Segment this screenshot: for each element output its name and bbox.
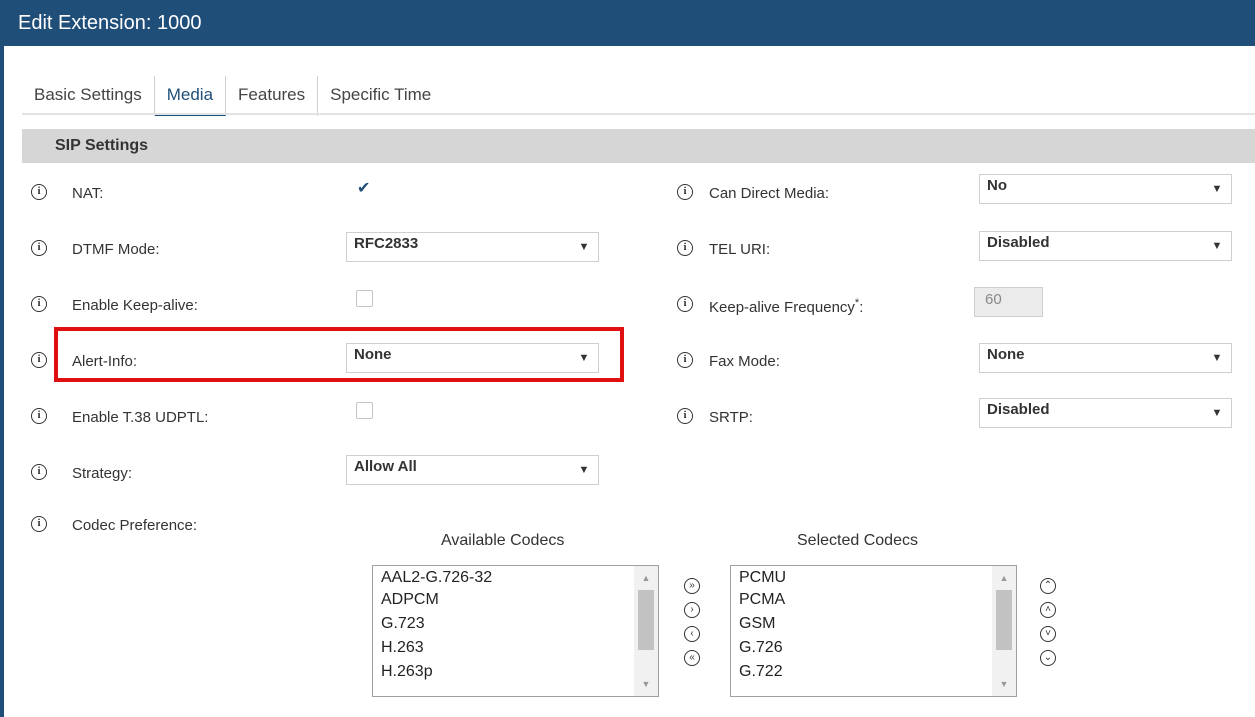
strategy-select[interactable]: Allow All ▼ [346,455,599,485]
tab-basic-settings[interactable]: Basic Settings [22,76,155,116]
tel-uri-select[interactable]: Disabled ▼ [979,231,1232,261]
srtp-value: Disabled [987,401,1050,418]
move-top-icon[interactable]: ⌃ [1040,578,1056,594]
scroll-up-icon[interactable]: ▲ [992,568,1016,588]
tab-features[interactable]: Features [226,76,319,116]
left-border [0,0,4,717]
info-icon[interactable]: i [677,408,693,424]
list-item[interactable]: G.723 [381,615,425,633]
keepalive-frequency-input[interactable]: 60 [974,287,1043,317]
scrollbar[interactable]: ▲ ▼ [634,566,658,696]
chevron-down-icon: ▼ [1211,183,1223,195]
scroll-down-icon[interactable]: ▼ [634,674,658,694]
check-icon: ✔ [357,180,371,197]
list-item[interactable]: PCMA [739,591,785,609]
chevron-down-icon: ▼ [1211,240,1223,252]
list-item[interactable]: H.263p [381,663,433,681]
enable-keepalive-label: Enable Keep-alive: [72,297,198,314]
move-left-icon[interactable]: ‹ [684,626,700,642]
available-codecs-list[interactable]: AAL2-G.726-32 ADPCM G.723 H.263 H.263p ▲… [372,565,659,697]
info-icon[interactable]: i [677,352,693,368]
info-icon[interactable]: i [31,516,47,532]
selected-codecs-title: Selected Codecs [797,532,918,549]
section-header-sip-settings: SIP Settings [22,129,1255,163]
available-codecs-title: Available Codecs [441,532,565,549]
srtp-select[interactable]: Disabled ▼ [979,398,1232,428]
codec-preference-label: Codec Preference: [72,517,198,534]
dialog-title: Edit Extension: 1000 [0,0,1255,46]
enable-keepalive-checkbox[interactable] [356,290,373,307]
list-item[interactable]: PCMU [739,569,786,587]
fax-mode-label: Fax Mode: [709,353,780,370]
chevron-down-icon: ▼ [1211,407,1223,419]
info-icon[interactable]: i [31,296,47,312]
info-icon[interactable]: i [31,184,47,200]
tab-underline [22,113,1255,115]
chevron-down-icon: ▼ [1211,352,1223,364]
tab-bar: Basic Settings Media Features Specific T… [22,76,443,116]
list-item[interactable]: ADPCM [381,591,439,609]
move-all-left-icon[interactable]: « [684,650,700,666]
list-item[interactable]: H.263 [381,639,424,657]
list-item[interactable]: G.722 [739,663,783,681]
tel-uri-value: Disabled [987,234,1050,251]
move-bottom-icon[interactable]: ⌄ [1040,650,1056,666]
info-icon[interactable]: i [31,408,47,424]
list-item[interactable]: AAL2-G.726-32 [381,569,492,587]
enable-t38-label: Enable T.38 UDPTL: [72,409,209,426]
info-icon[interactable]: i [677,184,693,200]
list-item[interactable]: G.726 [739,639,783,657]
chevron-down-icon: ▼ [578,464,590,476]
fax-mode-value: None [987,346,1025,363]
fax-mode-select[interactable]: None ▼ [979,343,1232,373]
scrollbar[interactable]: ▲ ▼ [992,566,1016,696]
scroll-down-icon[interactable]: ▼ [992,674,1016,694]
srtp-label: SRTP: [709,409,753,426]
scrollbar-thumb[interactable] [996,590,1012,650]
move-up-icon[interactable]: ˄ [1040,602,1056,618]
info-icon[interactable]: i [677,240,693,256]
move-right-icon[interactable]: › [684,602,700,618]
dtmf-mode-select[interactable]: RFC2833 ▼ [346,232,599,262]
tab-specific-time[interactable]: Specific Time [318,76,443,116]
info-icon[interactable]: i [31,240,47,256]
dtmf-mode-label: DTMF Mode: [72,241,160,258]
can-direct-media-select[interactable]: No ▼ [979,174,1232,204]
tel-uri-label: TEL URI: [709,241,771,258]
highlight-box [54,327,624,382]
nat-checkbox[interactable]: ✔ [356,180,373,198]
scroll-up-icon[interactable]: ▲ [634,568,658,588]
scrollbar-thumb[interactable] [638,590,654,650]
chevron-down-icon: ▼ [578,241,590,253]
selected-codecs-list[interactable]: PCMU PCMA GSM G.726 G.722 ▲ ▼ [730,565,1017,697]
dtmf-mode-value: RFC2833 [354,235,419,252]
info-icon[interactable]: i [31,352,47,368]
tab-media[interactable]: Media [154,76,227,116]
strategy-label: Strategy: [72,465,133,482]
can-direct-media-value: No [987,177,1007,194]
can-direct-media-label: Can Direct Media: [709,185,830,202]
move-down-icon[interactable]: ˅ [1040,626,1056,642]
strategy-value: Allow All [354,458,417,475]
list-item[interactable]: GSM [739,615,775,633]
keepalive-frequency-label: Keep-alive Frequency*: [709,297,864,316]
enable-t38-checkbox[interactable] [356,402,373,419]
info-icon[interactable]: i [31,464,47,480]
nat-label: NAT: [72,185,104,202]
move-all-right-icon[interactable]: » [684,578,700,594]
info-icon[interactable]: i [677,296,693,312]
